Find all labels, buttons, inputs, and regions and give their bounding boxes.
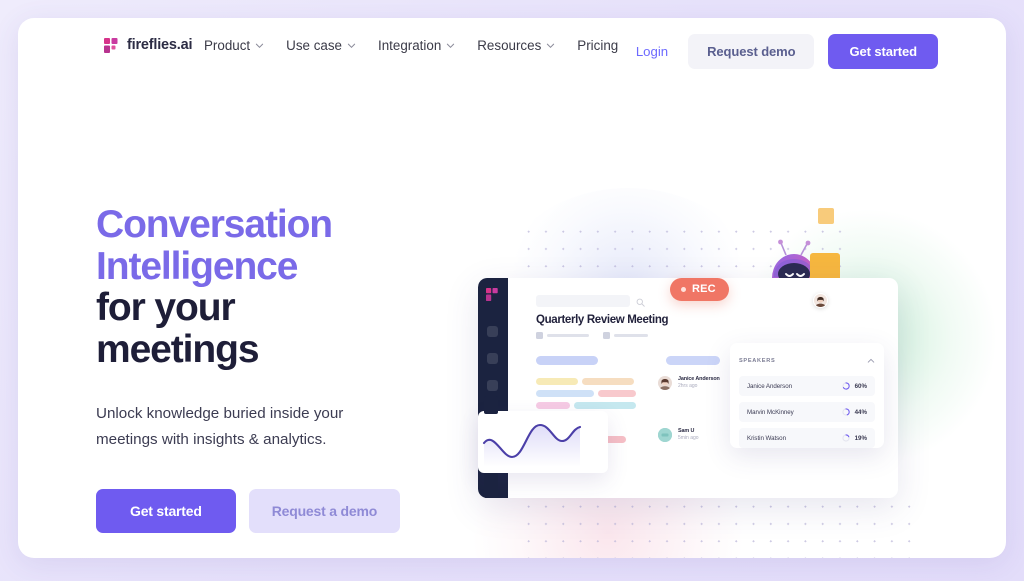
duration-meta-chip: [603, 332, 648, 339]
brand-name: fireflies.ai: [127, 37, 193, 53]
nav-links: Product Use case Integration Resources P…: [204, 38, 618, 53]
page-title: Conversation Intelligence for your meeti…: [96, 204, 456, 371]
hero-cta-row: Get started Request a demo: [96, 489, 456, 534]
orange-square-small: [818, 208, 834, 224]
rec-badge-label: REC: [692, 283, 716, 295]
login-link[interactable]: Login: [630, 44, 674, 59]
nav-item-label: Use case: [286, 38, 342, 53]
brand-logo[interactable]: fireflies.ai: [104, 37, 193, 53]
nav-actions: Login Request demo Get started: [630, 34, 938, 69]
speaker-row[interactable]: Kristin Watson 19%: [739, 428, 875, 448]
speaker-row[interactable]: Janice Anderson 60%: [739, 376, 875, 396]
photo-avatar: [658, 376, 672, 391]
transcript-entry-text: Janice Anderson 2hrs ago: [678, 376, 720, 390]
calendar-icon: [536, 332, 543, 339]
sidebar-item-filter[interactable]: [487, 380, 498, 391]
nav-item-integration[interactable]: Integration: [377, 38, 455, 53]
speaker-name: Janice Anderson: [678, 376, 720, 382]
record-dot-icon: [681, 286, 686, 292]
hero-illustration: Quarterly Review Meeting Janice Anderson…: [448, 168, 998, 558]
page-background: fireflies.ai Product Use case Integratio: [0, 0, 1024, 581]
speaker-metric: 44%: [842, 403, 867, 421]
dot-grid-bottom: [520, 498, 915, 558]
content-placeholder: [536, 378, 578, 385]
content-placeholder: [536, 390, 594, 397]
hero-request-demo-button[interactable]: Request a demo: [248, 489, 401, 534]
speaker-percent: 44%: [854, 408, 867, 416]
speaker-percent: 19%: [854, 434, 867, 442]
speaker-time: 2hrs ago: [678, 383, 698, 390]
meta-placeholder: [547, 333, 589, 338]
speaker-metric: 60%: [842, 377, 867, 395]
headline-line-3: for your: [96, 286, 236, 330]
content-placeholder: [598, 390, 636, 397]
headline-line-2: Intelligence: [96, 244, 298, 288]
meta-placeholder: [614, 333, 648, 338]
chevron-down-icon: [347, 41, 356, 49]
progress-ring-icon: [842, 377, 850, 395]
headline-line-1: Conversation: [96, 203, 333, 246]
speaker-name: Kristin Watson: [747, 434, 786, 442]
meeting-meta-row: [536, 332, 648, 339]
calendar-meta-chip: [536, 332, 589, 339]
fireflies-logo-icon: [486, 288, 499, 301]
speaker-percent: 60%: [854, 382, 867, 390]
content-placeholder: [666, 356, 720, 365]
nav-item-product[interactable]: Product: [204, 38, 264, 53]
nav-item-label: Pricing: [577, 38, 619, 53]
transcript-entry[interactable]: Janice Anderson 2hrs ago: [658, 376, 720, 391]
request-demo-button[interactable]: Request demo: [688, 34, 815, 69]
speakers-panel-header: SPEAKERS: [739, 352, 875, 370]
progress-ring-icon: [842, 403, 850, 421]
navy-accent-chip: [484, 473, 498, 498]
initials-avatar: [658, 428, 672, 443]
search-input[interactable]: [536, 295, 630, 307]
chevron-down-icon: [446, 41, 455, 49]
speaker-metric: 19%: [842, 429, 867, 447]
hero-get-started-button[interactable]: Get started: [96, 489, 236, 534]
hero-subtitle: Unlock knowledge buried inside your meet…: [96, 404, 344, 449]
chevron-down-icon: [546, 41, 555, 49]
transcript-entry-text: Sam U 5min ago: [678, 428, 699, 442]
speaker-time: 5min ago: [678, 435, 699, 442]
speakers-panel: SPEAKERS Janice Anderson 60% Marvin McKi…: [730, 343, 884, 448]
speakers-panel-title: SPEAKERS: [739, 358, 776, 364]
speaker-row[interactable]: Marvin McKinney 44%: [739, 402, 875, 422]
sidebar-item-home[interactable]: [487, 326, 498, 337]
content-placeholder: [574, 402, 636, 409]
content-placeholder: [536, 402, 570, 409]
headline-line-4: meetings: [96, 328, 260, 372]
clock-icon: [603, 332, 610, 339]
content-placeholder: [536, 356, 598, 365]
speaker-name: Janice Anderson: [747, 382, 793, 390]
speaker-name: Marvin McKinney: [747, 408, 794, 416]
navy-accent-chip: [484, 396, 498, 414]
chevron-up-icon[interactable]: [867, 352, 875, 370]
rec-badge: REC: [670, 278, 729, 301]
nav-item-pricing[interactable]: Pricing: [577, 38, 618, 53]
meeting-title: Quarterly Review Meeting: [536, 314, 669, 326]
chevron-down-icon: [255, 41, 264, 49]
participant-avatar: [813, 293, 828, 308]
fireflies-logo-icon: [104, 37, 119, 53]
transcript-entry[interactable]: Sam U 5min ago: [658, 428, 699, 443]
nav-item-label: Product: [204, 38, 251, 53]
wave-line-chart-icon: [478, 423, 608, 473]
progress-ring-icon: [842, 429, 850, 447]
nav-item-resources[interactable]: Resources: [477, 38, 555, 53]
wave-chart-card: [478, 411, 608, 473]
nav-item-label: Integration: [377, 38, 442, 53]
search-icon: [636, 294, 645, 312]
content-placeholder: [582, 378, 634, 385]
hero-copy: Conversation Intelligence for your meeti…: [96, 204, 456, 534]
top-navigation: fireflies.ai Product Use case Integratio: [18, 18, 1006, 82]
sidebar-item-notes[interactable]: [487, 353, 498, 364]
nav-item-use-case[interactable]: Use case: [286, 38, 356, 53]
get-started-button[interactable]: Get started: [828, 34, 938, 69]
site-card: fireflies.ai Product Use case Integratio: [18, 18, 1006, 558]
speaker-name: Sam U: [678, 428, 695, 434]
nav-item-label: Resources: [477, 38, 542, 53]
